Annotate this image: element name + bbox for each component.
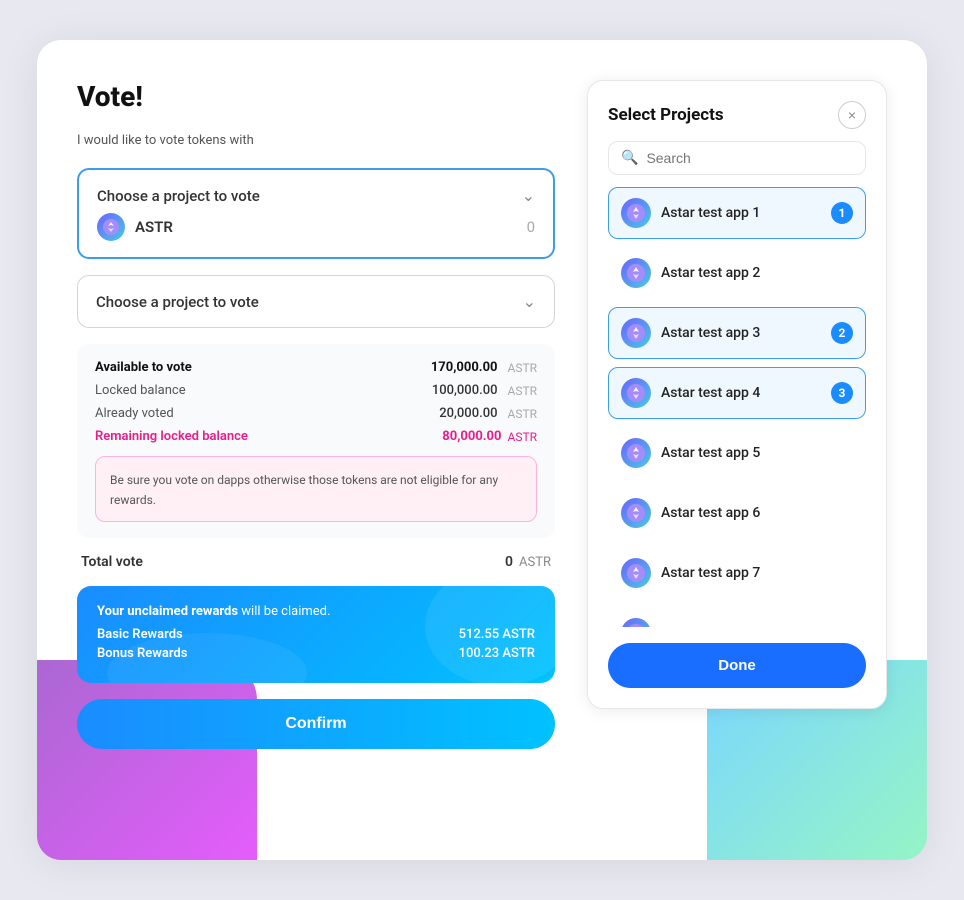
voted-value: 20,000.00 bbox=[439, 406, 497, 421]
rewards-box: Your unclaimed rewards will be claimed. … bbox=[77, 586, 555, 683]
main-card: Vote! I would like to vote tokens with C… bbox=[37, 40, 927, 860]
available-row: Available to vote 170,000.00 ASTR bbox=[95, 360, 537, 375]
remaining-label: Remaining locked balance bbox=[95, 429, 248, 444]
locked-row: Locked balance 100,000.00 ASTR bbox=[95, 383, 537, 398]
bonus-rewards-label: Bonus Rewards bbox=[97, 646, 187, 661]
project-name: Astar test app 5 bbox=[661, 445, 853, 461]
locked-value: 100,000.00 bbox=[432, 383, 498, 398]
dropdown-1[interactable]: Choose a project to vote ⌄ ASTR 0 bbox=[77, 168, 555, 259]
project-item[interactable]: Astar test app 8 bbox=[608, 607, 866, 627]
warning-text: Be sure you vote on dapps otherwise thos… bbox=[110, 473, 498, 507]
bonus-rewards-value: 100.23 ASTR bbox=[459, 646, 535, 661]
project-item[interactable]: Astar test app 2 bbox=[608, 247, 866, 299]
project-name: Astar test app 1 bbox=[661, 205, 821, 221]
project-item[interactable]: Astar test app 5 bbox=[608, 427, 866, 479]
astr-row: ASTR 0 bbox=[97, 213, 535, 241]
total-unit: ASTR bbox=[519, 555, 551, 570]
stats-box: Available to vote 170,000.00 ASTR Locked… bbox=[77, 344, 555, 538]
done-button[interactable]: Done bbox=[608, 643, 866, 688]
available-value: 170,000.00 bbox=[431, 360, 498, 375]
chevron-down-icon: ⌄ bbox=[522, 186, 535, 205]
total-label: Total vote bbox=[81, 554, 143, 570]
bonus-rewards-row: Bonus Rewards 100.23 ASTR bbox=[97, 646, 535, 661]
project-name: Astar test app 8 bbox=[661, 625, 853, 627]
voted-unit: ASTR bbox=[507, 407, 537, 421]
project-name: Astar test app 4 bbox=[661, 385, 821, 401]
astr-token-value: 0 bbox=[527, 218, 535, 236]
dropdown-2[interactable]: Choose a project to vote ⌄ bbox=[77, 275, 555, 328]
voted-label: Already voted bbox=[95, 406, 174, 421]
remaining-unit: ASTR bbox=[507, 430, 537, 444]
project-icon bbox=[621, 558, 651, 588]
project-icon bbox=[621, 378, 651, 408]
confirm-button[interactable]: Confirm bbox=[77, 699, 555, 749]
basic-rewards-row: Basic Rewards 512.55 ASTR bbox=[97, 627, 535, 642]
remaining-row: Remaining locked balance 80,000.00 ASTR bbox=[95, 429, 537, 444]
subtitle: I would like to vote tokens with bbox=[77, 133, 555, 148]
project-name: Astar test app 7 bbox=[661, 565, 853, 581]
project-icon bbox=[621, 618, 651, 627]
locked-label: Locked balance bbox=[95, 383, 186, 398]
chevron-down-icon-2: ⌄ bbox=[523, 292, 536, 311]
available-unit: ASTR bbox=[507, 361, 537, 375]
left-panel: Vote! I would like to vote tokens with C… bbox=[77, 80, 555, 820]
warning-box: Be sure you vote on dapps otherwise thos… bbox=[95, 456, 537, 522]
right-panel: Select Projects × 🔍 Astar test app 11Ast… bbox=[587, 80, 887, 709]
project-badge: 2 bbox=[831, 322, 853, 344]
projects-list: Astar test app 1 1 Astar test app 2 Astar t… bbox=[608, 187, 866, 627]
project-item[interactable]: Astar test app 4 3 bbox=[608, 367, 866, 419]
project-badge: 3 bbox=[831, 382, 853, 404]
project-item[interactable]: Astar test app 7 bbox=[608, 547, 866, 599]
astr-token-label: ASTR bbox=[135, 218, 517, 236]
search-input[interactable] bbox=[646, 150, 853, 166]
panel-header: Select Projects × bbox=[608, 101, 866, 129]
total-value: 0 bbox=[505, 554, 513, 570]
total-row: Total vote 0 ASTR bbox=[77, 554, 555, 570]
rewards-title: Your unclaimed rewards will be claimed. bbox=[97, 604, 535, 619]
basic-rewards-value: 512.55 ASTR bbox=[459, 627, 535, 642]
project-item[interactable]: Astar test app 3 2 bbox=[608, 307, 866, 359]
project-name: Astar test app 3 bbox=[661, 325, 821, 341]
locked-unit: ASTR bbox=[507, 384, 537, 398]
project-icon bbox=[621, 498, 651, 528]
dropdown-1-label: Choose a project to vote bbox=[97, 187, 260, 205]
project-badge: 1 bbox=[831, 202, 853, 224]
search-icon: 🔍 bbox=[621, 150, 638, 166]
project-icon bbox=[621, 258, 651, 288]
astr-icon bbox=[97, 213, 125, 241]
voted-row: Already voted 20,000.00 ASTR bbox=[95, 406, 537, 421]
search-box[interactable]: 🔍 bbox=[608, 141, 866, 175]
project-item[interactable]: Astar test app 1 1 bbox=[608, 187, 866, 239]
project-name: Astar test app 2 bbox=[661, 265, 853, 281]
basic-rewards-label: Basic Rewards bbox=[97, 627, 183, 642]
dropdown-2-label: Choose a project to vote bbox=[96, 293, 259, 311]
project-icon bbox=[621, 198, 651, 228]
project-icon bbox=[621, 318, 651, 348]
page-title: Vote! bbox=[77, 80, 555, 113]
project-icon bbox=[621, 438, 651, 468]
panel-title: Select Projects bbox=[608, 105, 724, 125]
project-name: Astar test app 6 bbox=[661, 505, 853, 521]
close-button[interactable]: × bbox=[838, 101, 866, 129]
available-label: Available to vote bbox=[95, 360, 192, 375]
project-item[interactable]: Astar test app 6 bbox=[608, 487, 866, 539]
remaining-value: 80,000.00 bbox=[442, 429, 501, 444]
